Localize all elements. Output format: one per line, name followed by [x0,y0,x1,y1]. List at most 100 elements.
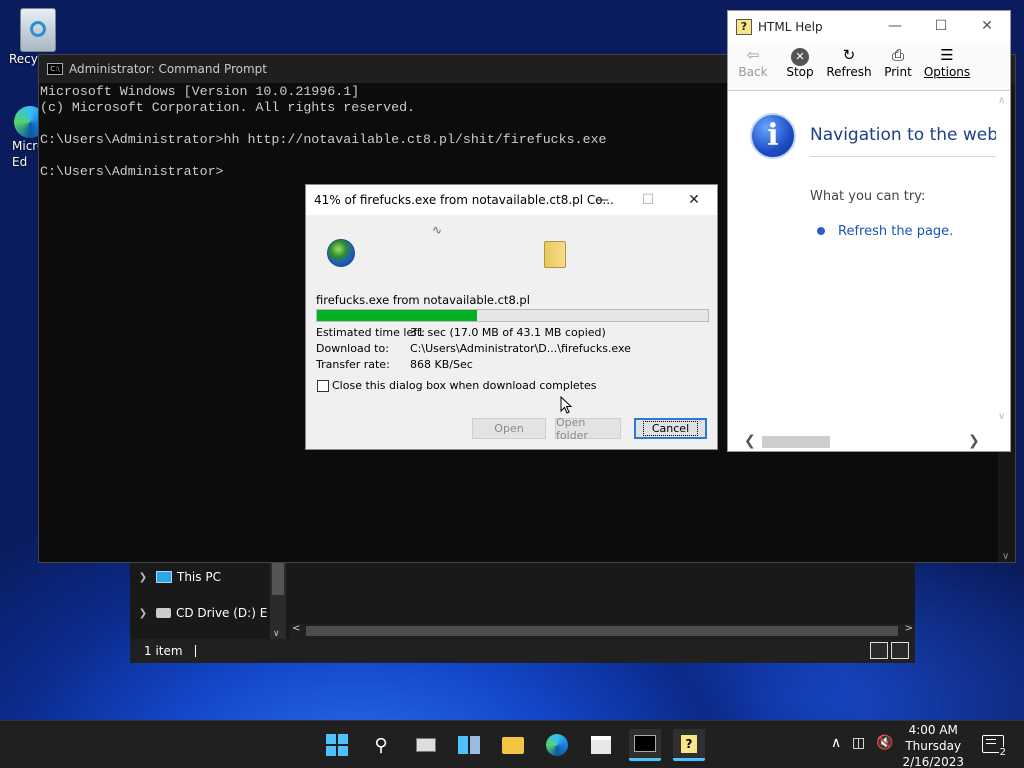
download-filename: firefucks.exe from notavailable.ct8.pl [316,293,530,307]
volume-muted-icon[interactable]: 🔇 [876,735,893,751]
cmd-title: Administrator: Command Prompt [69,62,267,76]
desktop-icon-recycle-bin[interactable]: Recyc [0,8,56,66]
task-view-button[interactable] [410,729,442,761]
horizontal-scrollbar[interactable]: < > [290,623,915,638]
cancel-button[interactable]: Cancel [634,418,707,439]
download-to-row: Download to: C:\Users\Administrator\D...\… [316,342,631,355]
chevron-down-icon[interactable]: ∨ [998,411,1005,422]
widgets-button[interactable] [453,729,485,761]
refresh-page-link[interactable]: Refresh the page. [838,224,953,239]
help-app-icon: ? [736,19,752,35]
desktop-icon-label: Micro Ed [12,139,45,169]
clock[interactable]: 4:00 AM Thursday 2/16/2023 [902,722,964,768]
open-button[interactable]: Open [472,418,546,439]
file-explorer-button[interactable] [497,729,529,761]
edge-button[interactable] [541,729,573,761]
row-value: 868 KB/Sec [410,358,473,371]
minimize-button[interactable]: — [872,11,918,41]
open-folder-button[interactable]: Open folder [555,416,621,442]
open-label: Open [494,422,524,435]
refresh-icon: ↻ [842,46,856,64]
help-title: HTML Help [758,20,823,34]
desktop-icon-edge[interactable]: Micro Ed [0,106,46,170]
clock-date: 2/16/2023 [902,755,964,768]
text-cursor [194,645,196,657]
globe-icon [327,239,355,267]
mouse-pointer-icon [560,396,573,414]
stop-button[interactable]: ✕ Stop [775,43,825,79]
stop-label: Stop [786,65,814,79]
progress-bar [316,309,709,322]
chevron-up-icon[interactable]: ∧ [998,95,1005,106]
chevron-down-icon[interactable]: ∨ [273,629,280,639]
maximize-button[interactable]: ☐ [918,11,964,41]
html-help-icon: ? [681,734,697,753]
item-count: 1 item [144,644,183,658]
print-label: Print [884,65,912,79]
close-when-done-checkbox[interactable]: Close this dialog box when download comp… [317,379,596,392]
download-dialog: 41% of firefucks.exe from notavailable.c… [305,184,718,450]
options-icon: ☰ [940,46,954,64]
widgets-icon [458,736,480,754]
terminal-icon [634,735,656,752]
search-button[interactable]: ⚲ [365,729,397,761]
chevron-right-icon[interactable]: ❯ [130,608,156,619]
refresh-button[interactable]: ↻ Refresh [824,43,874,79]
close-button[interactable]: ✕ [964,11,1010,41]
nav-item-label: CD Drive (D:) Eas [176,606,268,620]
html-help-taskbar-button[interactable]: ? [673,729,705,761]
nav-item-label: This PC [177,570,221,584]
html-help-window: ? HTML Help — ☐ ✕ ⇦ Back ✕ Stop ↻ Refres… [727,10,1011,452]
print-button[interactable]: ⎙ Print [873,43,923,79]
clock-time: 4:00 AM [908,723,958,737]
help-toolbar: ⇦ Back ✕ Stop ↻ Refresh ⎙ Print ☰ Option… [728,43,1010,91]
bullet-icon [817,227,825,235]
network-icon[interactable]: ◫ [852,735,865,751]
refresh-label: Refresh [826,65,872,79]
task-view-icon [416,738,436,752]
options-button[interactable]: ☰ Options [922,43,972,79]
start-icon [326,734,348,756]
nav-item-cd-drive[interactable]: ❯ CD Drive (D:) Eas [130,599,280,627]
chevron-up-icon[interactable]: ∧ [831,735,841,751]
row-value: 31 sec (17.0 MB of 43.1 MB copied) [410,326,606,339]
cd-drive-icon [156,608,171,618]
help-vertical-scrollbar[interactable]: ∧ ∨ [996,93,1010,439]
notifications-button[interactable]: 2 [982,735,1007,758]
row-key: Transfer rate: [316,358,390,371]
checkbox-label: Close this dialog box when download comp… [332,379,597,392]
options-label: Options [923,65,971,79]
divider [810,156,996,157]
row-value: C:\Users\Administrator\D...\firefucks.ex… [410,342,631,355]
back-label: Back [738,65,768,79]
store-button[interactable] [585,729,617,761]
command-prompt-taskbar-button[interactable] [629,729,661,761]
checkbox-box[interactable] [317,379,329,392]
back-button[interactable]: ⇦ Back [728,43,778,79]
large-icons-view-icon[interactable] [891,642,909,659]
scroll-left-icon[interactable]: ❮ [744,433,756,449]
search-icon: ⚲ [374,734,388,756]
taskbar: ⚲ ? ∧ ◫ 🔇 4:00 AM Thursday 2/16/2023 2 [0,720,1024,768]
help-horizontal-scrollbar[interactable]: ❮ ❯ [730,433,1010,451]
scroll-thumb[interactable] [762,436,830,448]
nav-item-this-pc[interactable]: ❯ This PC [130,563,280,591]
chevron-right-icon[interactable]: ❯ [130,572,156,583]
nav-scrollbar[interactable]: ∨ [270,563,286,639]
details-view-icon[interactable] [870,642,888,659]
info-icon: i [750,113,796,159]
notification-icon [986,739,996,740]
notification-count: 2 [998,747,1007,758]
scroll-right-icon[interactable]: > [905,623,913,634]
row-key: Download to: [316,342,389,355]
minimize-button[interactable]: — [579,185,625,215]
close-button[interactable]: ✕ [671,185,717,215]
scroll-right-icon[interactable]: ❯ [968,433,980,449]
scroll-left-icon[interactable]: < [292,623,300,634]
back-arrow-icon: ⇦ [746,46,760,64]
maximize-button[interactable]: ☐ [625,185,671,215]
start-button[interactable] [321,729,353,761]
file-explorer-window: ❯ This PC ❯ CD Drive (D:) Eas ∨ < > 1 it… [130,563,915,663]
chevron-down-icon[interactable]: ∨ [1002,551,1009,562]
store-icon [591,736,611,754]
